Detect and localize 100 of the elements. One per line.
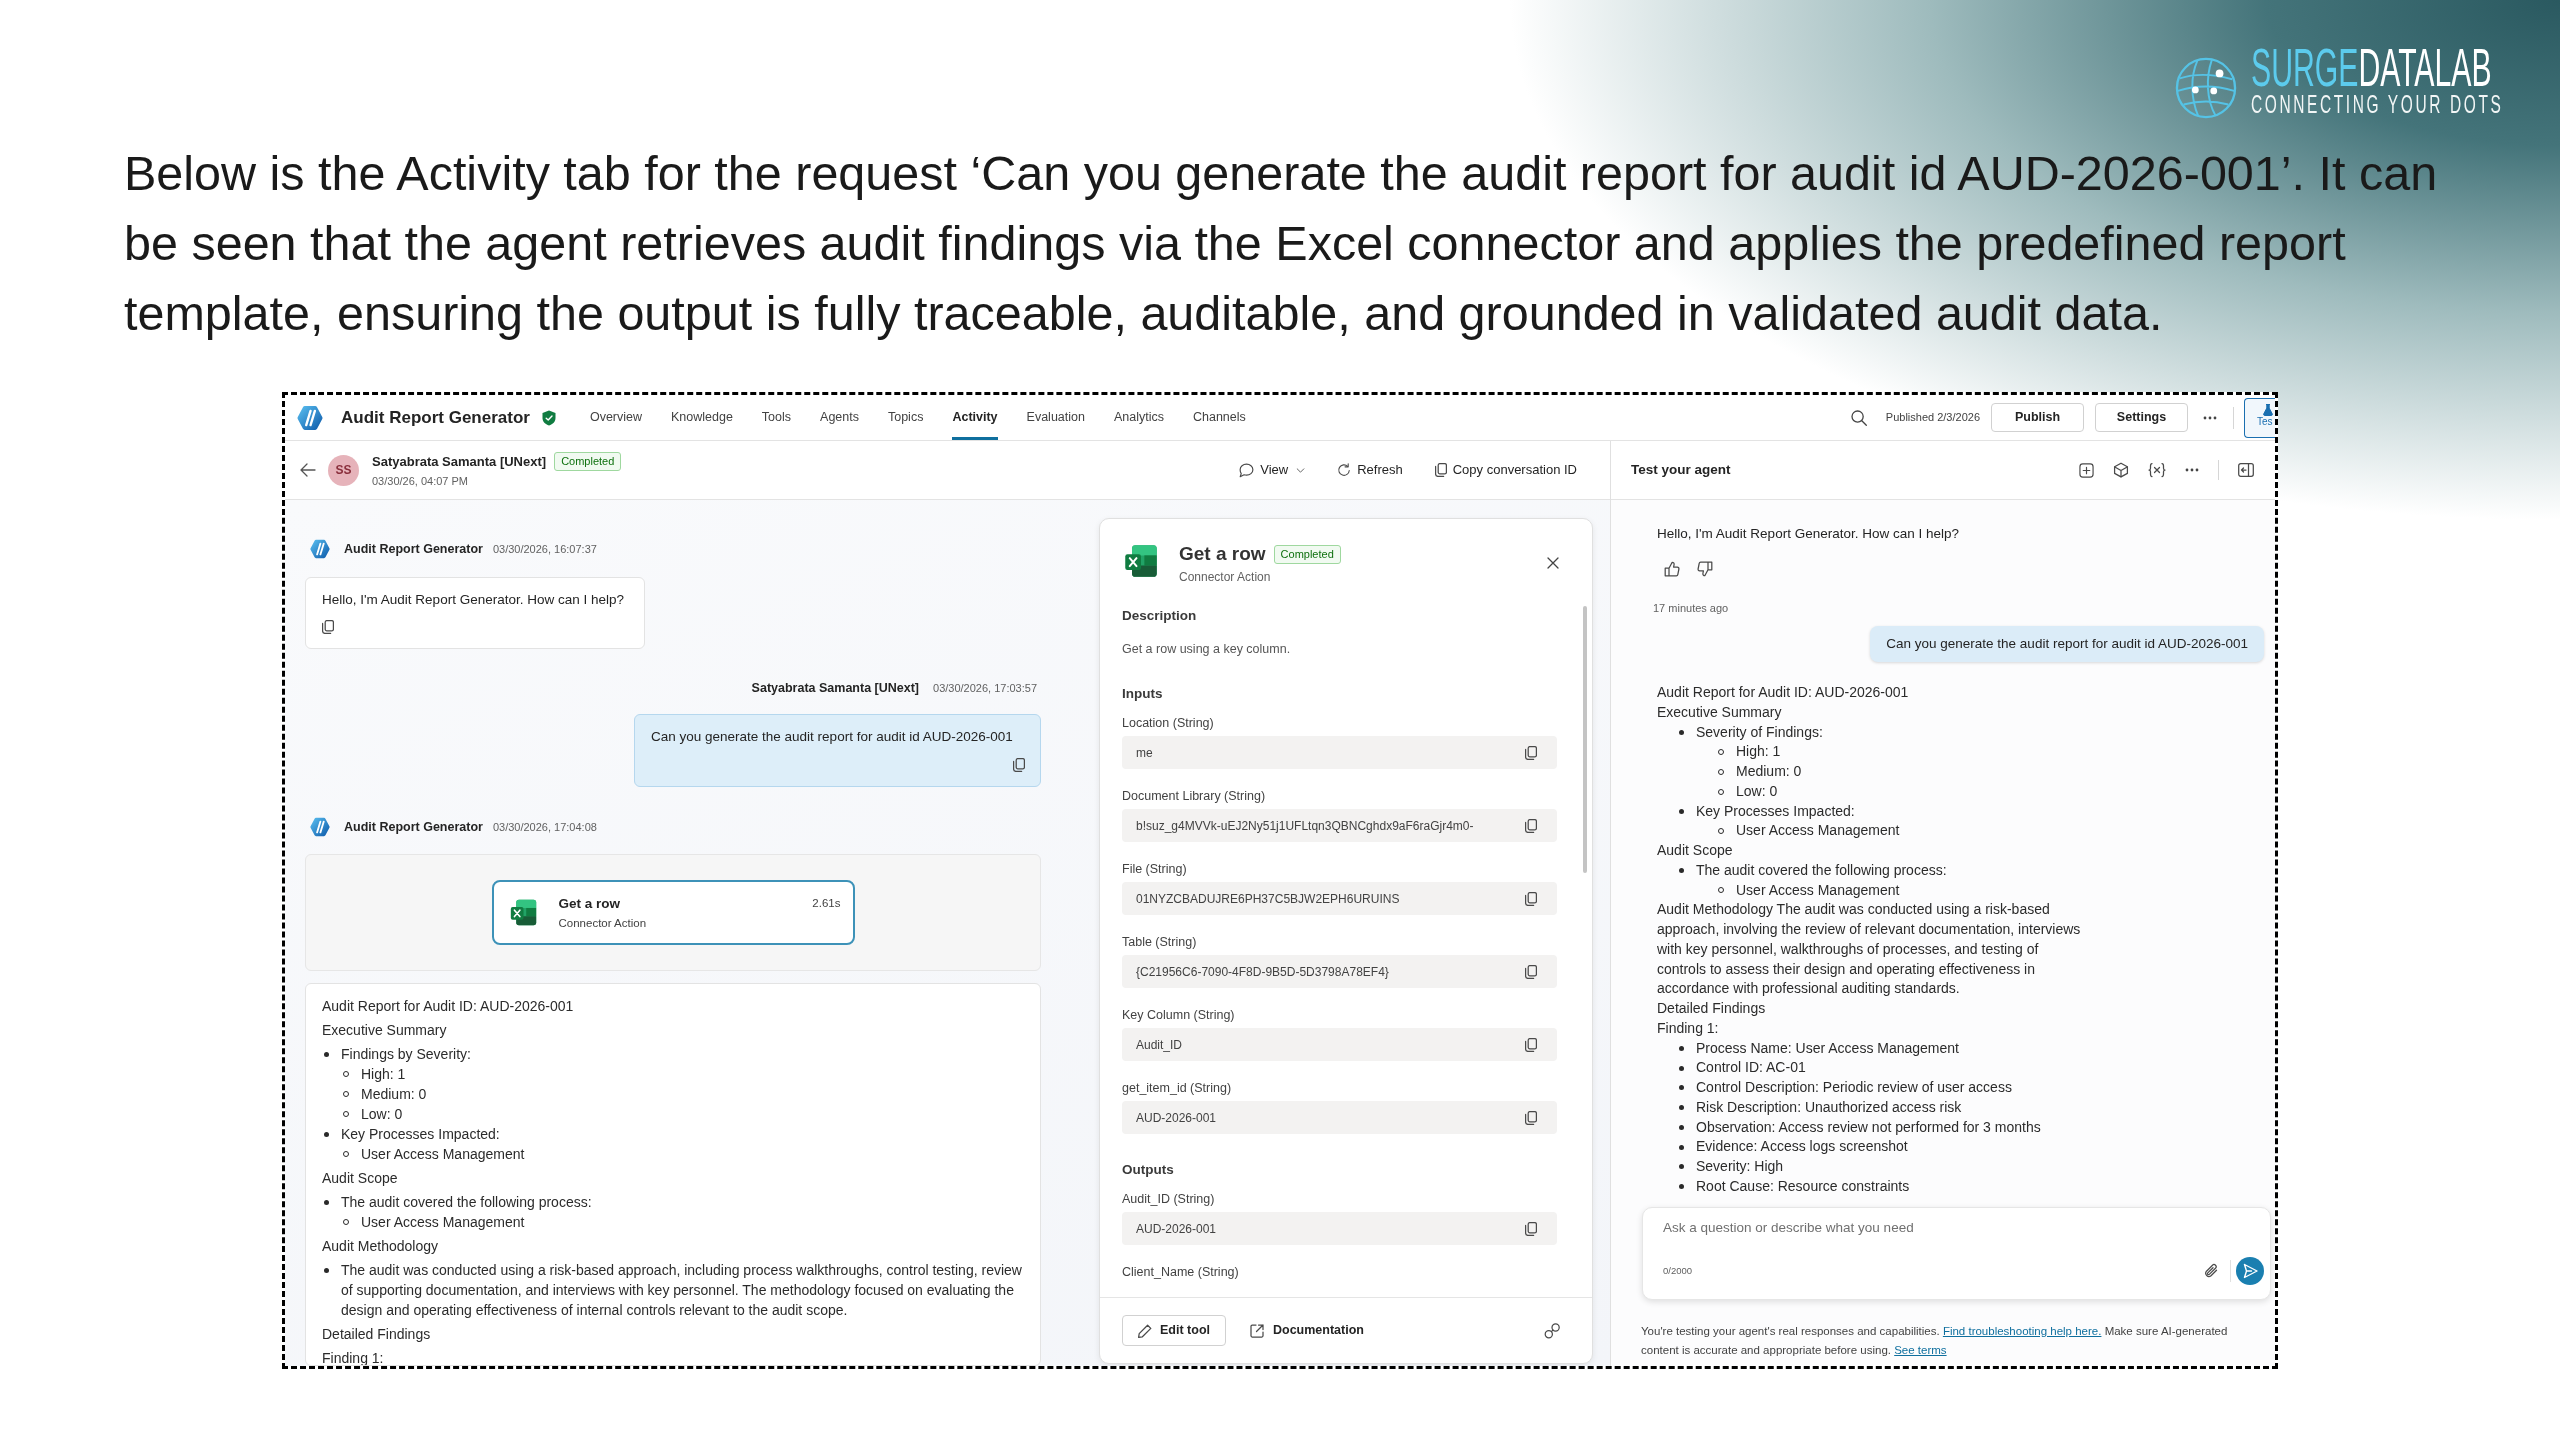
field-value: b!suz_g4MVVk-uEJ2Ny51j1UFLtqn3QBNCghdx9aF6raGjr4m0-: [1136, 817, 1474, 835]
author-name: Audit Report Generator: [344, 540, 483, 558]
tool-duration: 2.61s: [812, 896, 841, 911]
bullet-icon: [1679, 1164, 1684, 1170]
more-icon[interactable]: [2203, 415, 2217, 420]
list-item-text: The audit covered the following process:: [341, 1193, 592, 1212]
spreadsheet-icon: [1123, 543, 1159, 579]
bullet-icon: [324, 1051, 329, 1057]
logo-icon: [310, 817, 330, 837]
list-item-text: User Access Management: [361, 1145, 525, 1164]
report-text: Finding 1:: [1657, 1018, 1719, 1038]
disclaimer-text: You're testing your agent's real responses and capabilities. Find troubleshooting help here. Make sure AI-generated content is accurate and appropriate before using. See terms: [1641, 1324, 2229, 1358]
list-item-text: User Access Management: [1736, 821, 1900, 841]
refresh-button[interactable]: Refresh: [1337, 460, 1403, 480]
field-value: me: [1136, 744, 1153, 762]
nav-tab[interactable]: Tools: [761, 395, 792, 440]
field-label: Key Column (String): [1122, 1007, 1235, 1024]
bullet-icon: [1679, 1124, 1684, 1130]
test-button[interactable]: Tes: [2244, 397, 2275, 438]
character-counter: 0/2000: [1663, 1263, 1693, 1278]
field-label: File (String): [1122, 861, 1187, 878]
variables-icon[interactable]: [2148, 462, 2166, 478]
send-icon[interactable]: [2236, 1257, 2264, 1285]
app-title: Audit Report Generator: [341, 406, 530, 429]
logo-icon: [297, 404, 323, 431]
field-value: {C21956C6-7090-4F8D-9B5D-5D3798A78EF4}: [1136, 963, 1389, 981]
logo-icon: [310, 539, 330, 559]
bullet-icon: [1679, 1105, 1684, 1111]
section-heading: Outputs: [1122, 1161, 1174, 1179]
message-time: 03/30/2026, 17:03:57: [933, 680, 1037, 696]
cube-icon[interactable]: [2113, 462, 2129, 478]
troubleshooting-link[interactable]: Find troubleshooting help here.: [1942, 1325, 2102, 1337]
bullet-icon: [1679, 1085, 1684, 1091]
bullet-icon: [1679, 808, 1684, 814]
edit-tool-button[interactable]: Edit tool: [1122, 1315, 1226, 1346]
bullet-icon: [1679, 1184, 1684, 1190]
copy-icon[interactable]: [1013, 758, 1025, 772]
nav-tab[interactable]: Topics: [887, 395, 924, 440]
copy-icon[interactable]: [1525, 964, 1537, 979]
view-button[interactable]: View: [1239, 460, 1306, 480]
message-time: 03/30/2026, 17:04:08: [492, 819, 597, 835]
list-item-text: Risk Description: Unauthorized access risk: [1696, 1097, 1962, 1117]
status-badge: Completed: [1273, 544, 1341, 564]
session-date: 03/30/26, 04:07 PM: [372, 474, 469, 488]
thumbs-down-icon[interactable]: [1697, 561, 1713, 577]
more-icon[interactable]: [2185, 468, 2199, 472]
nav-tab[interactable]: Evaluation: [1026, 395, 1085, 440]
connection-icon[interactable]: [1544, 1322, 1560, 1339]
copy-icon[interactable]: [1525, 818, 1537, 833]
chevron-down-icon: [1296, 467, 1306, 473]
publish-button[interactable]: Publish: [1991, 403, 2084, 432]
copy-icon[interactable]: [1525, 1037, 1537, 1052]
nav-tab[interactable]: Knowledge: [671, 395, 733, 440]
author-name: Satyabrata Samanta [UNext]: [751, 679, 919, 697]
spreadsheet-icon: [508, 898, 538, 927]
add-icon[interactable]: [2079, 462, 2094, 478]
list-item-text: User Access Management: [1736, 880, 1900, 900]
copy-icon[interactable]: [1525, 1110, 1537, 1125]
panel-title: Test your agent: [1631, 460, 1731, 479]
nav-tab[interactable]: Agents: [820, 395, 859, 440]
list-item-text: The audit covered the following process:: [1696, 860, 1947, 880]
copy-icon[interactable]: [322, 620, 334, 634]
list-item-text: Key Processes Impacted:: [341, 1125, 500, 1144]
back-arrow-icon[interactable]: [300, 463, 316, 477]
settings-button[interactable]: Settings: [2095, 403, 2188, 432]
report-text: Audit Report for Audit ID: AUD-2026-001: [1657, 683, 1909, 702]
nav-tab[interactable]: Overview: [589, 395, 642, 440]
list-item-text: Low: 0: [361, 1105, 403, 1124]
copy-icon[interactable]: [1525, 745, 1537, 760]
scrollbar-thumb[interactable]: [1583, 606, 1587, 873]
tool-card[interactable]: Get a row Connector Action 2.61s: [491, 880, 855, 945]
copy-icon[interactable]: [1525, 891, 1537, 906]
thumbs-up-icon[interactable]: [1664, 561, 1680, 577]
nav-tab[interactable]: Analytics: [1113, 395, 1164, 440]
field-label: Client_Name (String): [1122, 1264, 1239, 1281]
caption-text: Below is the Activity tab for the request ‘Can you generate the audit report for audit id AUD-2026-001’. It can be seen that the agent retrieves audit findings via the Excel connector and applies the predefined report template, ensuring the output is fully traceable, auditable, and grounded in validated audit data.: [124, 145, 2439, 342]
list-item-text: The audit was conducted using a risk-based approach, including process walkthroughs, control testing, review of supporting documentation, and interviews with key personnel. The methodology focused on evaluating the design and operating effectiveness of internal controls relevant to the audit scope.: [341, 1261, 1023, 1320]
field-value: 01NYZCBADUJRE6PH37C5BJW2EPH6URUINS: [1136, 890, 1400, 908]
bullet-icon: [1679, 729, 1684, 735]
message-input[interactable]: Ask a question or describe what you need: [1663, 1215, 2223, 1239]
copy-icon[interactable]: [1434, 463, 1447, 477]
close-icon[interactable]: [1547, 557, 1559, 569]
list-item-text: Key Processes Impacted:: [1696, 801, 1855, 821]
copy-icon[interactable]: [1525, 1221, 1537, 1236]
message-text: Can you generate the audit report for audit id AUD-2026-001: [651, 728, 1013, 746]
field-value: Audit_ID: [1136, 1036, 1183, 1054]
details-subtitle: Connector Action: [1179, 569, 1272, 585]
tool-name: Get a row: [558, 895, 621, 913]
description-text: Get a row using a key column.: [1122, 641, 1291, 658]
refresh-icon: [1337, 463, 1352, 477]
list-item-text: Findings by Severity:: [341, 1045, 471, 1064]
paperclip-icon[interactable]: [2204, 1263, 2218, 1279]
nav-tab[interactable]: Channels: [1192, 395, 1246, 440]
brand-tagline: CONNECTING YOUR DOTS: [2251, 92, 2504, 117]
documentation-link[interactable]: Documentation: [1250, 1321, 1364, 1340]
message-text: Hello, I'm Audit Report Generator. How can I help?: [1657, 525, 1959, 543]
copy-id-button[interactable]: Copy conversation ID: [1434, 460, 1577, 480]
terms-link[interactable]: See terms: [1894, 1344, 1947, 1356]
search-icon[interactable]: [1850, 409, 1867, 426]
side-panel-icon[interactable]: [2238, 463, 2254, 477]
